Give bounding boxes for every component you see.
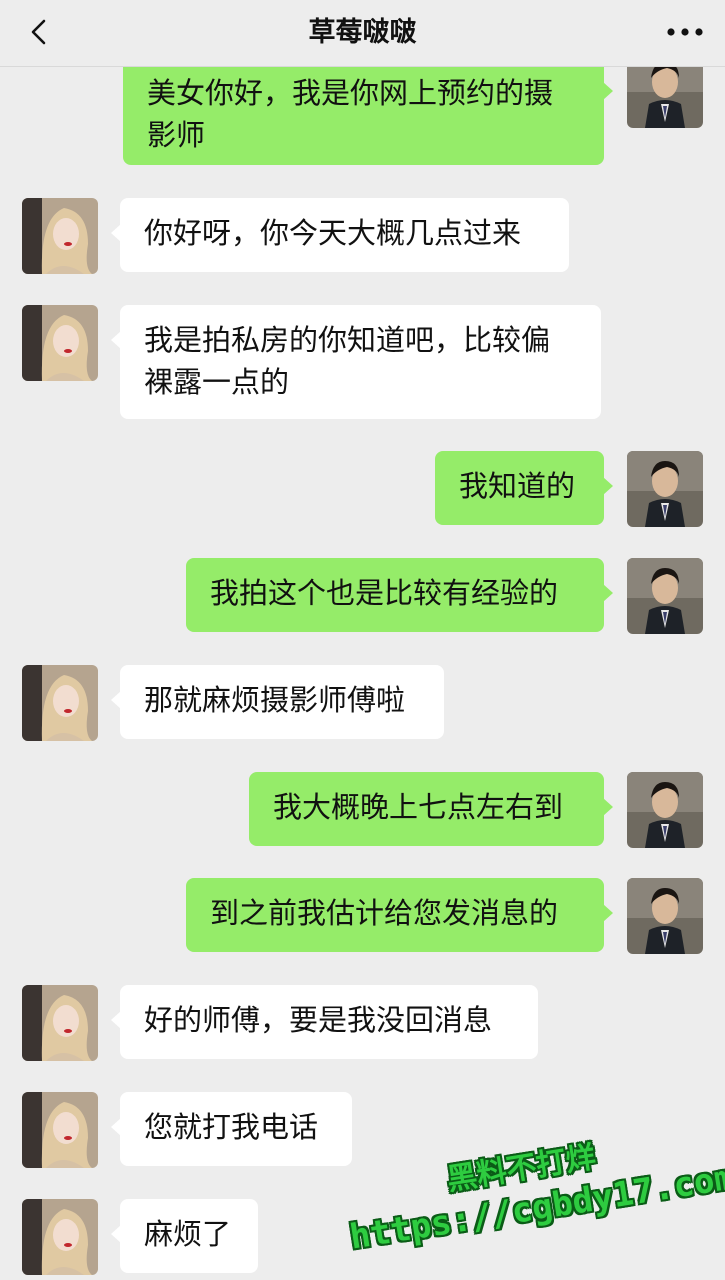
avatar-contact-icon bbox=[22, 985, 98, 1061]
message-text: 您就打我电话 bbox=[144, 1110, 319, 1144]
chat-header: 草莓啵啵 bbox=[0, 0, 725, 67]
avatar-contact[interactable] bbox=[22, 985, 98, 1061]
message-text: 我大概晚上七点左右到 bbox=[273, 790, 564, 824]
message-bubble-received[interactable]: 好的师傅，要是我没回消息 bbox=[111, 985, 538, 1059]
message-bubble-received[interactable]: 麻烦了 bbox=[111, 1199, 258, 1273]
message-bubble-received[interactable]: 你好呀，你今天大概几点过来 bbox=[111, 198, 569, 272]
message-bubble-received[interactable]: 那就麻烦摄影师傅啦 bbox=[111, 665, 444, 739]
watermark: 黑料不打烊 https://cgbdy17.com bbox=[341, 1122, 725, 1259]
avatar-me[interactable] bbox=[627, 878, 703, 954]
message-text: 你好呀，你今天大概几点过来 bbox=[144, 216, 522, 250]
avatar-contact-icon bbox=[22, 1092, 98, 1168]
avatar-contact[interactable] bbox=[22, 665, 98, 741]
message-text: 我拍这个也是比较有经验的 bbox=[210, 576, 559, 610]
message-bubble-received[interactable]: 我是拍私房的你知道吧，比较偏裸露一点的 bbox=[111, 305, 601, 419]
message-bubble-sent[interactable]: 我知道的 bbox=[435, 451, 613, 525]
avatar-me[interactable] bbox=[627, 558, 703, 634]
message-text: 美女你好，我是你网上预约的摄影师 bbox=[147, 76, 554, 152]
avatar-contact-icon bbox=[22, 305, 98, 381]
message-text: 我是拍私房的你知道吧，比较偏裸露一点的 bbox=[144, 323, 551, 399]
avatar-me-icon bbox=[627, 558, 703, 634]
avatar-me-icon bbox=[627, 878, 703, 954]
more-button[interactable] bbox=[663, 12, 707, 52]
avatar-me-icon bbox=[627, 451, 703, 527]
more-dots-icon bbox=[667, 28, 703, 36]
message-text: 到之前我估计给您发消息的 bbox=[210, 896, 559, 930]
avatar-contact[interactable] bbox=[22, 1092, 98, 1168]
avatar-contact[interactable] bbox=[22, 1199, 98, 1275]
message-bubble-sent[interactable]: 美女你好，我是你网上预约的摄影师 bbox=[123, 56, 613, 165]
message-text: 麻烦了 bbox=[144, 1217, 232, 1251]
watermark-title: 黑料不打烊 bbox=[444, 1139, 599, 1198]
message-bubble-sent[interactable]: 我大概晚上七点左右到 bbox=[249, 772, 613, 846]
message-text: 好的师傅，要是我没回消息 bbox=[144, 1003, 493, 1037]
avatar-me[interactable] bbox=[627, 451, 703, 527]
avatar-contact-icon bbox=[22, 1199, 98, 1275]
message-bubble-received[interactable]: 您就打我电话 bbox=[111, 1092, 352, 1166]
avatar-contact[interactable] bbox=[22, 198, 98, 274]
message-bubble-sent[interactable]: 到之前我估计给您发消息的 bbox=[186, 878, 613, 952]
avatar-contact[interactable] bbox=[22, 305, 98, 381]
avatar-contact-icon bbox=[22, 665, 98, 741]
avatar-me-icon bbox=[627, 772, 703, 848]
watermark-url: https://cgbdy17.com bbox=[347, 1157, 725, 1258]
back-button[interactable] bbox=[18, 10, 62, 54]
avatar-contact-icon bbox=[22, 198, 98, 274]
message-text: 我知道的 bbox=[459, 469, 576, 503]
avatar-me[interactable] bbox=[627, 772, 703, 848]
chevron-left-icon bbox=[31, 19, 46, 45]
chat-title: 草莓啵啵 bbox=[308, 17, 417, 48]
message-text: 那就麻烦摄影师傅啦 bbox=[144, 683, 406, 717]
message-bubble-sent[interactable]: 我拍这个也是比较有经验的 bbox=[186, 558, 613, 632]
